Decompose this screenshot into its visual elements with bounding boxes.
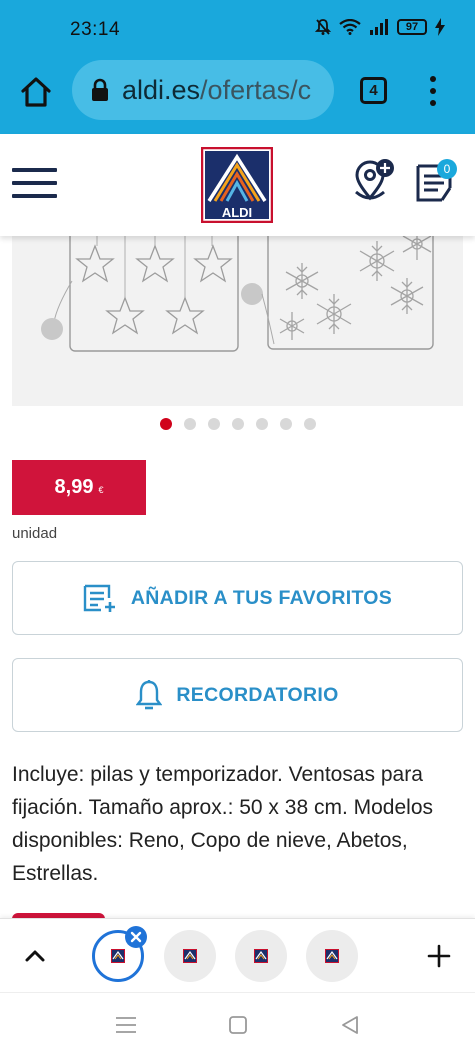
back-triangle-icon[interactable]	[338, 1013, 362, 1037]
tab-switcher-bar	[0, 918, 475, 992]
carousel-dot[interactable]	[160, 418, 172, 430]
tab-thumbnail[interactable]	[306, 930, 358, 982]
signal-icon	[370, 19, 388, 35]
wifi-icon	[339, 19, 361, 35]
url-text: aldi.es/ofertas/c	[122, 75, 311, 106]
aldi-favicon-icon	[111, 949, 125, 963]
price-currency: €	[98, 485, 104, 495]
site-header: ALDI	[0, 134, 475, 236]
battery-icon: 97	[397, 19, 427, 35]
price-tag: 8,99 €	[12, 460, 146, 515]
store-locator-icon[interactable]	[352, 158, 398, 204]
new-tab-icon[interactable]	[426, 943, 452, 969]
bell-icon	[136, 680, 163, 710]
aldi-favicon-icon	[183, 949, 197, 963]
tab-thumbnail[interactable]	[235, 930, 287, 982]
unit-label: unidad	[12, 525, 58, 542]
home-icon[interactable]	[18, 74, 54, 110]
product-image[interactable]	[12, 236, 463, 406]
tab-thumbnail[interactable]	[164, 930, 216, 982]
reminder-label: RECORDATORIO	[176, 683, 339, 706]
mute-icon	[315, 19, 331, 35]
url-domain: aldi.es	[122, 74, 201, 105]
aldi-logo[interactable]: ALDI	[201, 147, 273, 223]
browser-toolbar: aldi.es/ofertas/c 4	[0, 58, 475, 134]
menu-icon[interactable]	[12, 168, 57, 198]
reminder-button[interactable]: RECORDATORIO	[12, 658, 463, 732]
carousel-dot[interactable]	[232, 418, 244, 430]
price-value: 8,99	[54, 476, 94, 498]
address-bar[interactable]: aldi.es/ofertas/c	[72, 60, 334, 120]
carousel-dots	[160, 418, 316, 430]
charging-icon	[435, 18, 445, 36]
home-square-icon[interactable]	[226, 1013, 250, 1037]
favorites-label: AÑADIR A TUS FAVORITOS	[130, 586, 393, 609]
add-to-favorites-button[interactable]: AÑADIR A TUS FAVORITOS	[12, 561, 463, 635]
status-icons: 97	[315, 18, 445, 36]
recents-menu-icon[interactable]	[114, 1013, 138, 1037]
more-options-icon[interactable]	[427, 76, 439, 106]
carousel-dot[interactable]	[304, 418, 316, 430]
aldi-favicon-icon	[325, 949, 339, 963]
carousel-dot[interactable]	[184, 418, 196, 430]
product-photo	[41, 236, 434, 352]
logo-text: ALDI	[222, 205, 252, 220]
chevron-up-icon[interactable]	[22, 943, 48, 969]
list-count-badge: 0	[437, 159, 457, 179]
status-time: 23:14	[70, 19, 121, 40]
status-bar: 23:14 97	[0, 0, 475, 58]
add-list-icon	[83, 584, 115, 612]
carousel-dot[interactable]	[208, 418, 220, 430]
carousel-dot[interactable]	[256, 418, 268, 430]
aldi-favicon-icon	[254, 949, 268, 963]
product-description: Incluye: pilas y temporizador. Ventosas …	[12, 763, 433, 885]
carousel-dot[interactable]	[280, 418, 292, 430]
system-nav-bar	[0, 992, 475, 1056]
lock-icon	[92, 78, 108, 101]
tab-count-button[interactable]: 4	[360, 77, 387, 104]
url-path: /ofertas/c	[200, 74, 312, 105]
close-tab-icon[interactable]	[125, 926, 147, 948]
